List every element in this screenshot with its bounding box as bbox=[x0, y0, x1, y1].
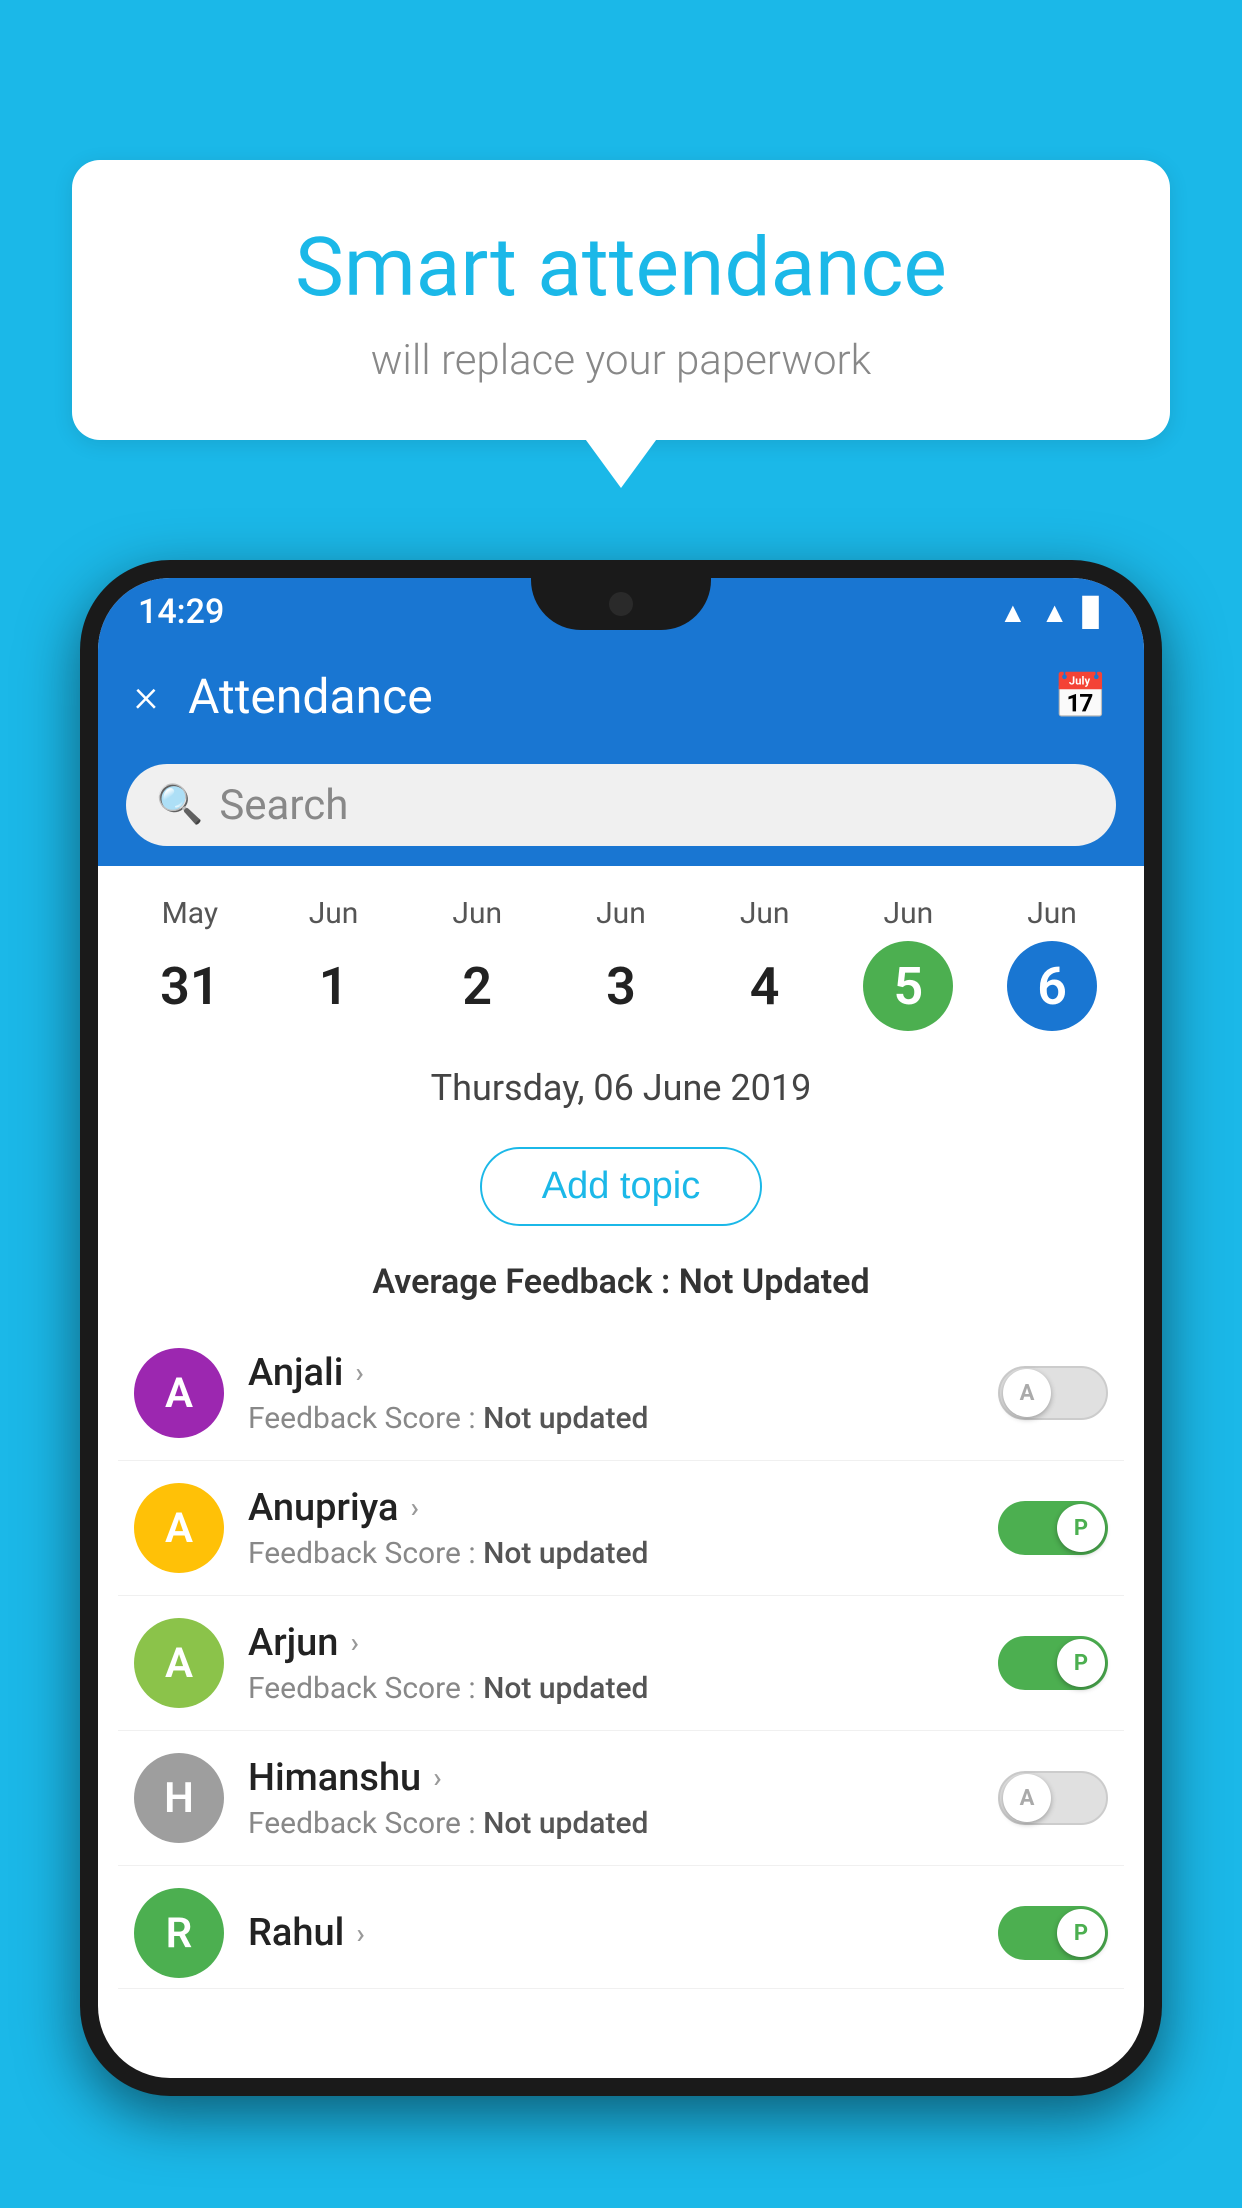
student-row[interactable]: R Rahul › P bbox=[118, 1866, 1124, 1989]
student-list: A Anjali › Feedback Score : Not updated … bbox=[98, 1326, 1144, 1989]
feedback-score: Feedback Score : Not updated bbox=[248, 1536, 974, 1571]
toggle-track[interactable]: P bbox=[998, 1906, 1108, 1960]
calendar-icon[interactable]: 📅 bbox=[1053, 670, 1108, 722]
chevron-icon: › bbox=[355, 1356, 363, 1389]
cal-day-4[interactable]: Jun 4 bbox=[705, 896, 825, 1031]
search-icon: 🔍 bbox=[156, 783, 203, 827]
toggle-thumb: P bbox=[1057, 1504, 1105, 1552]
search-bar-wrapper: 🔍 Search bbox=[98, 746, 1144, 866]
cal-day-1[interactable]: Jun 1 bbox=[274, 896, 394, 1031]
cal-month-5: Jun bbox=[884, 896, 934, 931]
cal-day-6[interactable]: Jun 6 bbox=[992, 896, 1112, 1031]
speech-bubble-container: Smart attendance will replace your paper… bbox=[72, 160, 1170, 440]
student-info: Arjun › Feedback Score : Not updated bbox=[248, 1621, 974, 1706]
phone-camera bbox=[609, 592, 633, 616]
toggle-track[interactable]: P bbox=[998, 1636, 1108, 1690]
chevron-icon: › bbox=[350, 1626, 358, 1659]
chevron-icon: › bbox=[433, 1761, 441, 1794]
bubble-subtitle: will replace your paperwork bbox=[122, 336, 1120, 385]
cal-month-2: Jun bbox=[452, 896, 502, 931]
avg-feedback-label: Average Feedback : bbox=[372, 1262, 678, 1302]
avatar: A bbox=[134, 1618, 224, 1708]
toggle-thumb: A bbox=[1003, 1774, 1051, 1822]
speech-bubble: Smart attendance will replace your paper… bbox=[72, 160, 1170, 440]
avg-feedback-value: Not Updated bbox=[679, 1262, 870, 1302]
feedback-score: Feedback Score : Not updated bbox=[248, 1806, 974, 1841]
status-icons: ▲ ▲ ▊ bbox=[999, 596, 1104, 629]
battery-icon: ▊ bbox=[1082, 596, 1104, 629]
app-bar: × Attendance 📅 bbox=[98, 646, 1144, 746]
cal-month-0: May bbox=[162, 896, 218, 931]
attendance-toggle[interactable]: P bbox=[998, 1906, 1108, 1960]
cal-day-2[interactable]: Jun 2 bbox=[417, 896, 537, 1031]
cal-day-5[interactable]: Jun 5 bbox=[848, 896, 968, 1031]
cal-date-2: 2 bbox=[432, 941, 522, 1031]
toggle-thumb: A bbox=[1003, 1369, 1051, 1417]
toggle-thumb: P bbox=[1057, 1639, 1105, 1687]
status-time: 14:29 bbox=[138, 592, 224, 632]
phone-wrapper: 14:29 ▲ ▲ ▊ × Attendance 📅 🔍 Search bbox=[80, 560, 1162, 2208]
cal-date-4: 4 bbox=[720, 941, 810, 1031]
student-name: Himanshu › bbox=[248, 1756, 974, 1800]
avatar: A bbox=[134, 1483, 224, 1573]
feedback-score: Feedback Score : Not updated bbox=[248, 1671, 974, 1706]
wifi-icon: ▲ bbox=[999, 596, 1027, 629]
student-info: Anupriya › Feedback Score : Not updated bbox=[248, 1486, 974, 1571]
toggle-thumb: P bbox=[1057, 1909, 1105, 1957]
student-name: Anupriya › bbox=[248, 1486, 974, 1530]
cal-month-1: Jun bbox=[309, 896, 359, 931]
feedback-score: Feedback Score : Not updated bbox=[248, 1401, 974, 1436]
attendance-toggle[interactable]: A bbox=[998, 1771, 1108, 1825]
student-info: Himanshu › Feedback Score : Not updated bbox=[248, 1756, 974, 1841]
phone-screen: 14:29 ▲ ▲ ▊ × Attendance 📅 🔍 Search bbox=[98, 578, 1144, 2078]
search-input[interactable]: Search bbox=[219, 781, 348, 830]
chevron-icon: › bbox=[410, 1491, 418, 1524]
student-info: Anjali › Feedback Score : Not updated bbox=[248, 1351, 974, 1436]
cal-date-5: 5 bbox=[863, 941, 953, 1031]
signal-icon: ▲ bbox=[1041, 596, 1069, 629]
cal-month-6: Jun bbox=[1027, 896, 1077, 931]
close-button[interactable]: × bbox=[134, 669, 158, 723]
student-row[interactable]: A Anjali › Feedback Score : Not updated … bbox=[118, 1326, 1124, 1461]
cal-month-3: Jun bbox=[596, 896, 646, 931]
student-info: Rahul › bbox=[248, 1911, 974, 1955]
toggle-track[interactable]: A bbox=[998, 1771, 1108, 1825]
student-row[interactable]: A Anupriya › Feedback Score : Not update… bbox=[118, 1461, 1124, 1596]
chevron-icon: › bbox=[356, 1917, 364, 1950]
avatar: H bbox=[134, 1753, 224, 1843]
phone-frame: 14:29 ▲ ▲ ▊ × Attendance 📅 🔍 Search bbox=[80, 560, 1162, 2096]
student-row[interactable]: A Arjun › Feedback Score : Not updated P bbox=[118, 1596, 1124, 1731]
app-bar-title: Attendance bbox=[188, 668, 1023, 725]
cal-day-3[interactable]: Jun 3 bbox=[561, 896, 681, 1031]
cal-date-6: 6 bbox=[1007, 941, 1097, 1031]
bubble-title: Smart attendance bbox=[122, 220, 1120, 316]
avatar: R bbox=[134, 1888, 224, 1978]
avatar: A bbox=[134, 1348, 224, 1438]
cal-month-4: Jun bbox=[740, 896, 790, 931]
student-name: Anjali › bbox=[248, 1351, 974, 1395]
student-name: Arjun › bbox=[248, 1621, 974, 1665]
add-topic-button[interactable]: Add topic bbox=[480, 1147, 762, 1226]
student-name: Rahul › bbox=[248, 1911, 974, 1955]
attendance-toggle[interactable]: P bbox=[998, 1636, 1108, 1690]
cal-date-0: 31 bbox=[145, 941, 235, 1031]
calendar-strip: May 31 Jun 1 Jun 2 Jun 3 Jun 4 bbox=[98, 866, 1144, 1051]
attendance-toggle[interactable]: A bbox=[998, 1366, 1108, 1420]
attendance-toggle[interactable]: P bbox=[998, 1501, 1108, 1555]
cal-date-1: 1 bbox=[289, 941, 379, 1031]
toggle-track[interactable]: A bbox=[998, 1366, 1108, 1420]
phone-notch bbox=[531, 578, 711, 630]
search-bar[interactable]: 🔍 Search bbox=[126, 764, 1116, 846]
date-display: Thursday, 06 June 2019 bbox=[98, 1051, 1144, 1119]
avg-feedback: Average Feedback : Not Updated bbox=[98, 1254, 1144, 1326]
cal-date-3: 3 bbox=[576, 941, 666, 1031]
cal-day-0[interactable]: May 31 bbox=[130, 896, 250, 1031]
student-row[interactable]: H Himanshu › Feedback Score : Not update… bbox=[118, 1731, 1124, 1866]
toggle-track[interactable]: P bbox=[998, 1501, 1108, 1555]
